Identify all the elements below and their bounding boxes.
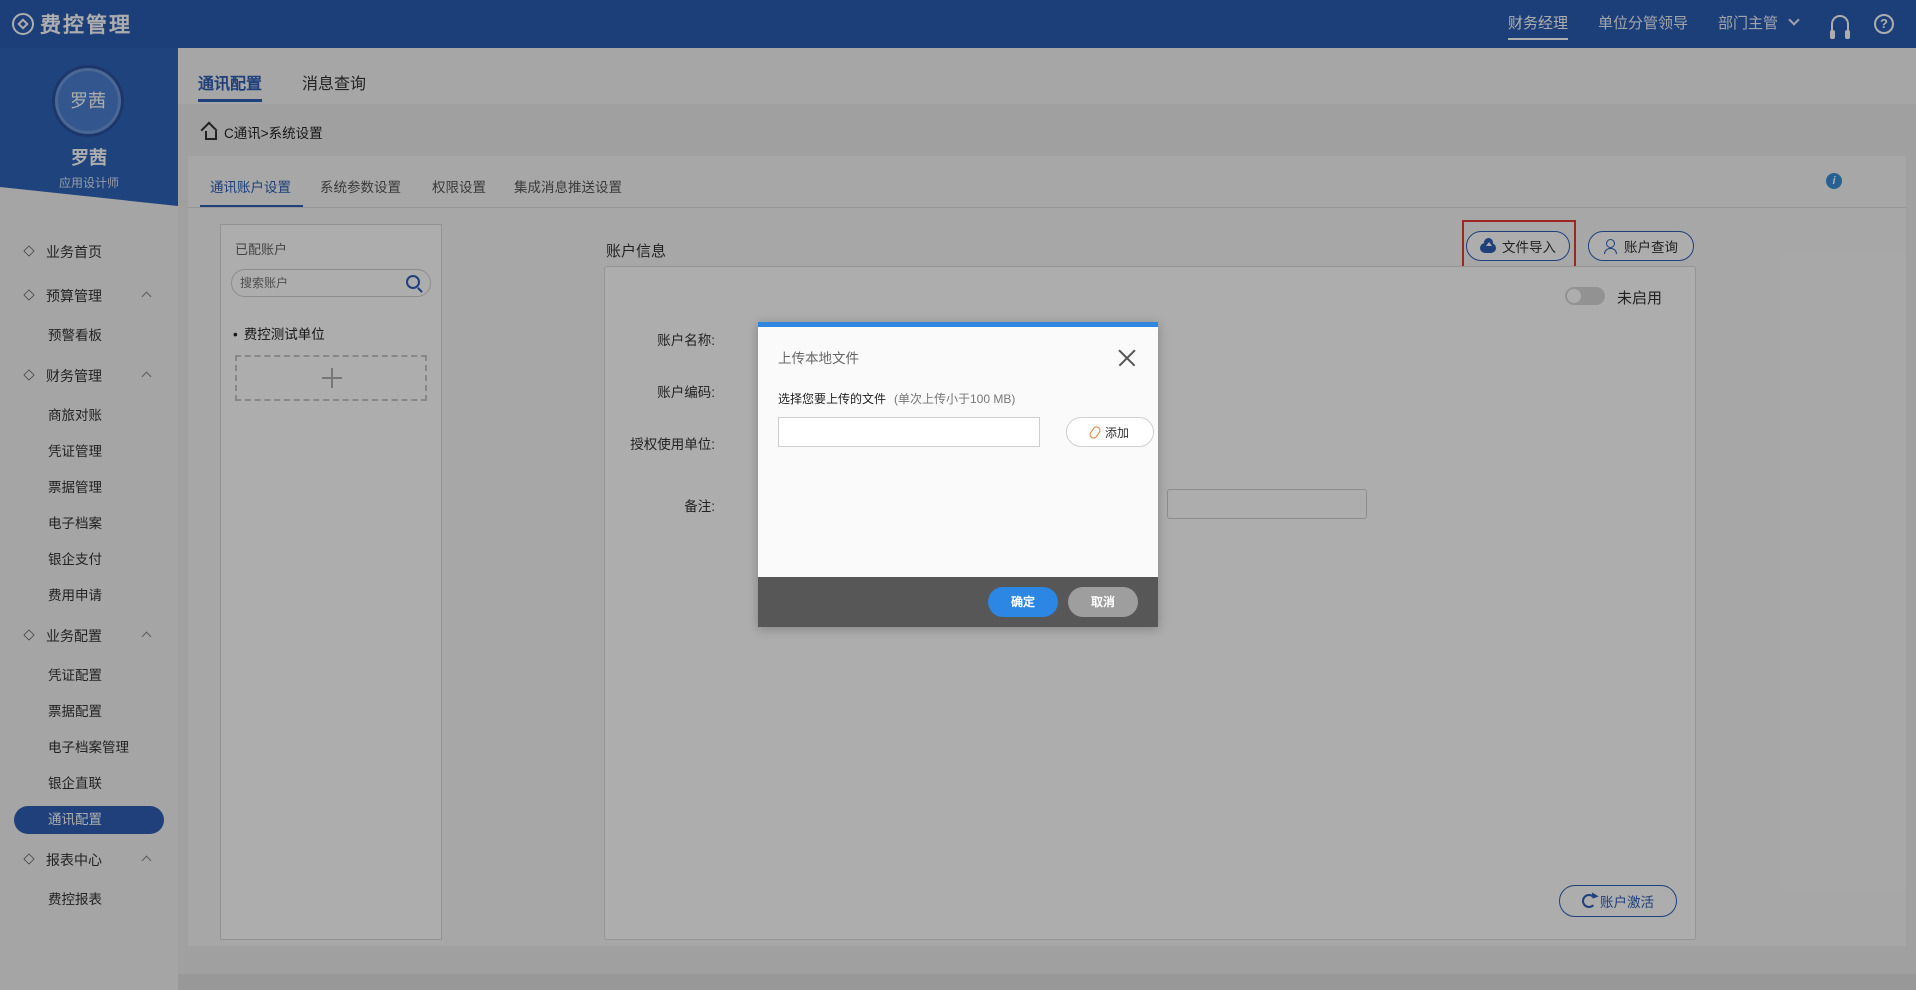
paperclip-icon bbox=[1087, 424, 1102, 440]
cancel-button[interactable]: 取消 bbox=[1068, 587, 1138, 617]
confirm-button[interactable]: 确定 bbox=[988, 587, 1058, 617]
add-file-button[interactable]: 添加 bbox=[1066, 417, 1154, 447]
upload-dialog: 上传本地文件 选择您要上传的文件 (单次上传小于100 MB) 添加 确定 取消 bbox=[758, 322, 1158, 627]
dialog-title: 上传本地文件 bbox=[778, 351, 859, 366]
file-path-input[interactable] bbox=[778, 417, 1040, 447]
close-icon[interactable] bbox=[1118, 349, 1136, 367]
upload-size-hint: (单次上传小于100 MB) bbox=[894, 392, 1016, 406]
dialog-footer: 确定 取消 bbox=[758, 577, 1158, 627]
upload-prompt: 选择您要上传的文件 (单次上传小于100 MB) bbox=[778, 392, 1016, 406]
